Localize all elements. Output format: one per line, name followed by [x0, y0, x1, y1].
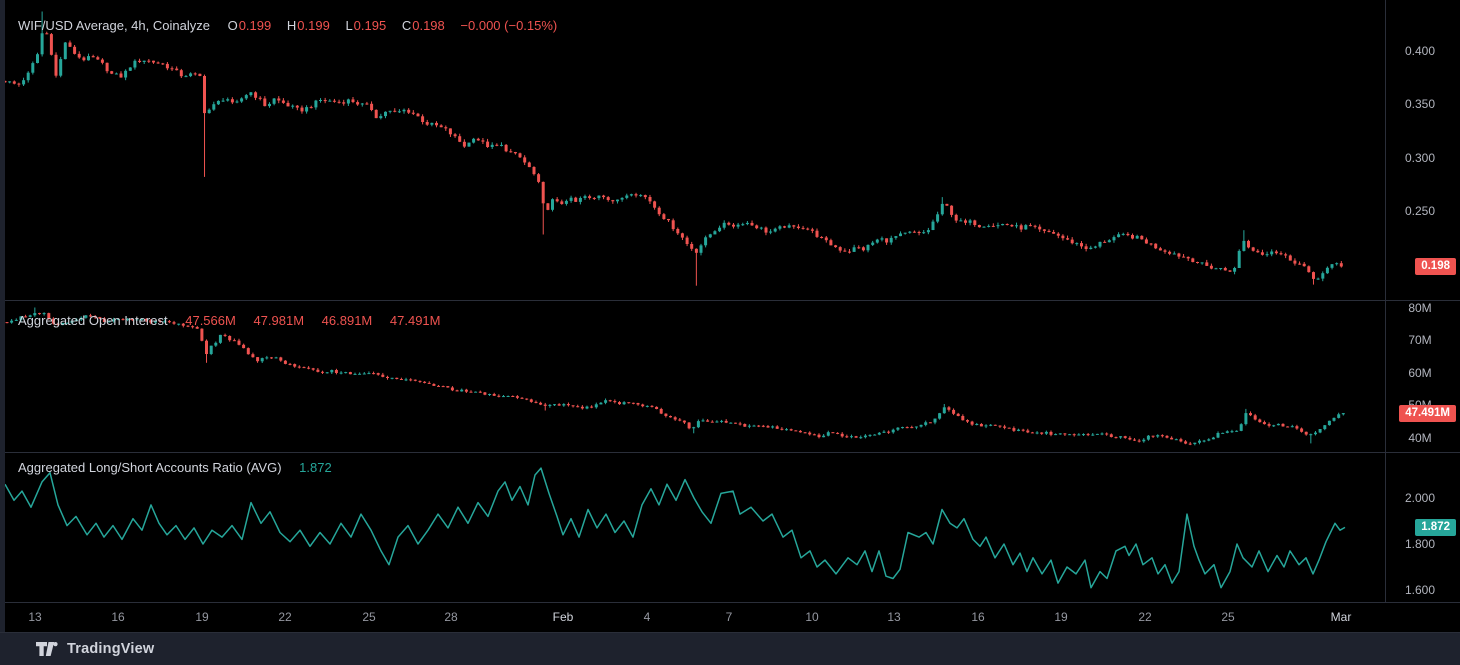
footer-bar: TradingView [0, 632, 1460, 665]
last-value-badge-open-interest: 47.491M [1399, 405, 1456, 422]
price-scale[interactable]: 0.4000.3500.3000.2500.19880M70M60M50M40M… [1385, 0, 1460, 632]
tradingview-logo-icon[interactable] [36, 641, 59, 657]
pane-price[interactable] [4, 12, 1343, 286]
time-axis-label: 13 [28, 609, 41, 625]
tradingview-brand-text[interactable]: TradingView [67, 641, 154, 657]
time-axis-label: 25 [362, 609, 375, 625]
time-axis-label: Feb [553, 609, 574, 625]
price-axis-label: 70M [1385, 332, 1455, 348]
price-axis-label: 0.300 [1385, 150, 1455, 166]
left-margin-strip [0, 0, 5, 632]
ohlc-low: L0.195 [345, 18, 386, 33]
ratio-line-series [5, 468, 1345, 588]
pane-legend-open-interest[interactable]: Aggregated Open Interest 47.566M 47.981M… [18, 313, 440, 328]
time-axis-label: 10 [805, 609, 818, 625]
last-value-badge-long-short-ratio: 1.872 [1415, 519, 1456, 536]
price-axis-label: 1.800 [1385, 536, 1455, 552]
time-axis-label: 7 [726, 609, 733, 625]
price-axis-label: 0.250 [1385, 203, 1455, 219]
pane-legend-price[interactable]: WIF/USD Average, 4h, Coinalyze O0.199 H0… [18, 18, 557, 33]
time-axis-label: 19 [195, 609, 208, 625]
time-axis-label: 13 [887, 609, 900, 625]
time-axis-label: 28 [444, 609, 457, 625]
symbol-title: WIF/USD Average, 4h, Coinalyze [18, 18, 210, 33]
ohlc-high: H0.199 [287, 18, 330, 33]
price-axis-label: 40M [1385, 430, 1455, 446]
price-axis-label: 2.000 [1385, 490, 1455, 506]
price-axis-label: 0.350 [1385, 96, 1455, 112]
pane-open-interest[interactable] [6, 308, 1345, 446]
time-axis-label: 16 [111, 609, 124, 625]
last-value-badge-price: 0.198 [1415, 258, 1456, 275]
indicator-title-open-interest: Aggregated Open Interest [18, 313, 168, 328]
price-change: −0.000 (−0.15%) [460, 18, 557, 33]
time-axis-label: 19 [1054, 609, 1067, 625]
time-axis-label: Mar [1331, 609, 1352, 625]
indicator-title-long-short-ratio: Aggregated Long/Short Accounts Ratio (AV… [18, 460, 282, 475]
time-axis-label: 16 [971, 609, 984, 625]
oi-value-open: 47.566M [185, 313, 236, 328]
ohlc-open: O0.199 [228, 18, 272, 33]
price-axis-label: 0.400 [1385, 43, 1455, 59]
time-axis-label: 4 [644, 609, 651, 625]
oi-value-high: 47.981M [253, 313, 304, 328]
tradingview-chart-app: WIF/USD Average, 4h, Coinalyze O0.199 H0… [0, 0, 1460, 665]
oi-value-low: 46.891M [322, 313, 373, 328]
time-axis-label: 22 [278, 609, 291, 625]
pane-legend-long-short-ratio[interactable]: Aggregated Long/Short Accounts Ratio (AV… [18, 460, 332, 475]
pane-long-short-ratio[interactable] [5, 468, 1345, 588]
time-scale[interactable]: 13 16 19 22 25 28 Feb 4 7 10 13 16 19 22 25 Mar [0, 602, 1460, 632]
price-axis-label: 1.600 [1385, 582, 1455, 598]
oi-value-close: 47.491M [390, 313, 441, 328]
ohlc-close: C0.198 [402, 18, 445, 33]
price-axis-label: 80M [1385, 300, 1455, 316]
price-axis-label: 60M [1385, 365, 1455, 381]
time-axis-label: 25 [1221, 609, 1234, 625]
time-axis-label: 22 [1138, 609, 1151, 625]
ratio-value: 1.872 [299, 460, 332, 475]
